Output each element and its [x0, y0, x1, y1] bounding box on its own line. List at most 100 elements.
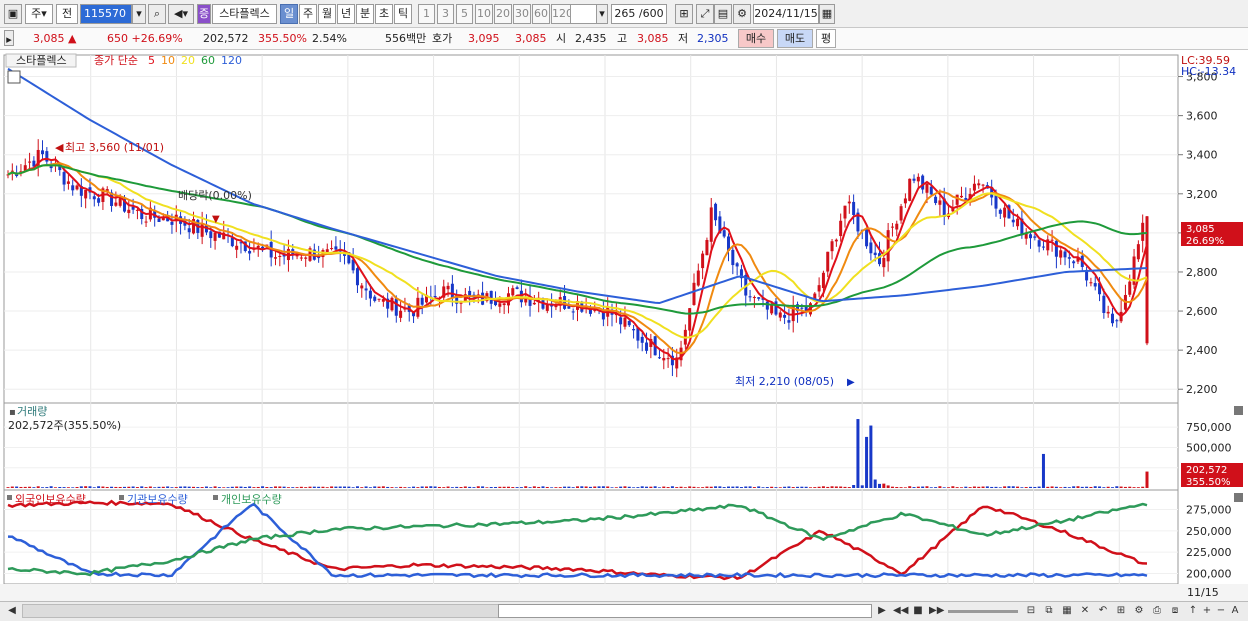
- count-display[interactable]: 265 /600: [611, 4, 667, 24]
- window-menu-icon[interactable]: ▣: [4, 4, 22, 24]
- candle-body: [28, 161, 32, 163]
- stock-name[interactable]: 스타플렉스: [212, 4, 277, 24]
- low-label: 저: [678, 32, 689, 45]
- timeframe-button[interactable]: 일: [280, 4, 298, 24]
- timeframe-button[interactable]: 월: [318, 4, 336, 24]
- tab-tag[interactable]: 증: [197, 4, 211, 24]
- search-icon[interactable]: ⌕: [148, 4, 166, 24]
- volume-bar: [813, 487, 817, 488]
- volume-bar: [744, 486, 748, 488]
- volume-bar: [442, 487, 446, 488]
- quote-menu-icon[interactable]: ▸: [4, 30, 14, 46]
- price-tick-label: 3,400: [1186, 149, 1218, 162]
- crosshair-icon[interactable]: ✕: [1079, 605, 1091, 617]
- volume-bar: [472, 487, 476, 488]
- volume-bar: [614, 487, 618, 488]
- undo-icon[interactable]: ↶: [1097, 605, 1109, 617]
- arrow-up-icon[interactable]: ↑: [1187, 605, 1199, 617]
- timeframe-button[interactable]: 주: [299, 4, 317, 24]
- zoom-in-icon[interactable]: +: [1201, 605, 1213, 617]
- bid1-value: 3,095: [468, 32, 500, 45]
- volume-bar: [209, 487, 213, 488]
- volume-bar: [1098, 486, 1102, 488]
- volume-panel-close-icon[interactable]: [1234, 406, 1243, 415]
- timeframe-button[interactable]: 초: [375, 4, 393, 24]
- interval-button[interactable]: 1: [418, 4, 435, 24]
- grid-icon[interactable]: ▦: [1061, 605, 1073, 617]
- speaker-icon[interactable]: ◀▾: [168, 4, 194, 24]
- period-select[interactable]: 주▾: [25, 4, 53, 24]
- volume-bar: [834, 486, 838, 488]
- copy-icon[interactable]: ⧉: [1043, 605, 1055, 617]
- interval-button[interactable]: 60: [532, 4, 550, 24]
- interval-button[interactable]: 5: [456, 4, 473, 24]
- gear-icon[interactable]: ⚙: [733, 4, 751, 24]
- print-icon[interactable]: ⎙: [1151, 605, 1163, 617]
- candle-body: [1089, 282, 1093, 284]
- scroll-right-icon[interactable]: ▶: [876, 605, 888, 617]
- calendar-icon[interactable]: ▦: [819, 4, 835, 24]
- scroll-left-icon[interactable]: ◀: [6, 605, 18, 617]
- candle-body: [964, 198, 968, 200]
- interval-button[interactable]: 3: [437, 4, 454, 24]
- stop-icon[interactable]: ■: [912, 605, 924, 617]
- rewind-icon[interactable]: ◀◀: [893, 605, 908, 617]
- interval-button[interactable]: 20: [494, 4, 512, 24]
- line-chart-icon[interactable]: ⤢: [696, 4, 714, 24]
- eval-button[interactable]: 평: [816, 29, 836, 48]
- volume-bar: [636, 487, 640, 488]
- period-label: 주: [31, 7, 42, 20]
- save-icon[interactable]: ▤: [714, 4, 732, 24]
- x-axis-end-label: 11/15: [1187, 586, 1219, 599]
- volume-bar: [308, 486, 312, 488]
- candle-body: [71, 185, 75, 191]
- holdings-tick-label: 250,000: [1186, 525, 1232, 538]
- fast-forward-icon[interactable]: ▶▶: [929, 605, 944, 617]
- candle-body: [955, 194, 959, 205]
- buy-button[interactable]: 매수: [738, 29, 774, 48]
- layout-icon[interactable]: ⊟: [1025, 605, 1037, 617]
- volume-bar: [282, 486, 286, 488]
- volume-bar: [437, 486, 441, 488]
- holdings-legend: 외국인보유수량 기관보유수량 개인보유수량: [7, 493, 282, 506]
- candle-body: [748, 296, 752, 298]
- candle-body: [468, 290, 472, 296]
- candle-body: [852, 201, 856, 215]
- chart-area[interactable]: 3,8003,6003,4003,2003,0002,8002,6002,400…: [0, 51, 1248, 601]
- stock-code-input[interactable]: 115570: [80, 4, 132, 24]
- volume-bar: [1106, 486, 1110, 488]
- prev-button[interactable]: 전: [56, 4, 78, 24]
- volume-bar: [1072, 486, 1076, 488]
- zoom-slider[interactable]: [948, 610, 1018, 613]
- volume-bar: [416, 487, 420, 488]
- interval-button[interactable]: 10: [475, 4, 493, 24]
- interval-dropdown-icon[interactable]: ▾: [596, 4, 608, 24]
- settings-icon[interactable]: ⚙: [1133, 605, 1145, 617]
- high-annotation: 최고 3,560 (11/01): [65, 141, 164, 154]
- date-input[interactable]: 2024/11/15: [753, 4, 819, 24]
- volume-bar: [278, 486, 282, 488]
- font-size-icon[interactable]: A: [1229, 605, 1241, 617]
- code-dropdown-icon[interactable]: ▾: [132, 4, 146, 24]
- interval-button[interactable]: 120: [551, 4, 573, 24]
- volume-bar: [990, 486, 994, 488]
- ruler-icon[interactable]: ⊞: [1115, 605, 1127, 617]
- candle-icon[interactable]: ⊞: [675, 4, 693, 24]
- timeframe-button[interactable]: 틱: [394, 4, 412, 24]
- interval-button[interactable]: 30: [513, 4, 531, 24]
- volume-bar: [701, 487, 705, 488]
- calculator-icon[interactable]: [7, 70, 21, 84]
- volume-panel-icon: ▪: [9, 407, 16, 418]
- sell-button[interactable]: 매도: [777, 29, 813, 48]
- fit-icon[interactable]: ⧈: [1169, 605, 1181, 617]
- candle-body: [1063, 251, 1067, 258]
- zoom-out-icon[interactable]: −: [1215, 605, 1227, 617]
- scroll-thumb[interactable]: [498, 604, 872, 618]
- timeframe-button[interactable]: 분: [356, 4, 374, 24]
- candle-body: [394, 298, 398, 316]
- low-value: 2,305: [697, 32, 729, 45]
- volume-bar: [256, 486, 260, 488]
- holdings-panel-close-icon[interactable]: [1234, 493, 1243, 502]
- candle-body: [826, 251, 830, 272]
- timeframe-button[interactable]: 년: [337, 4, 355, 24]
